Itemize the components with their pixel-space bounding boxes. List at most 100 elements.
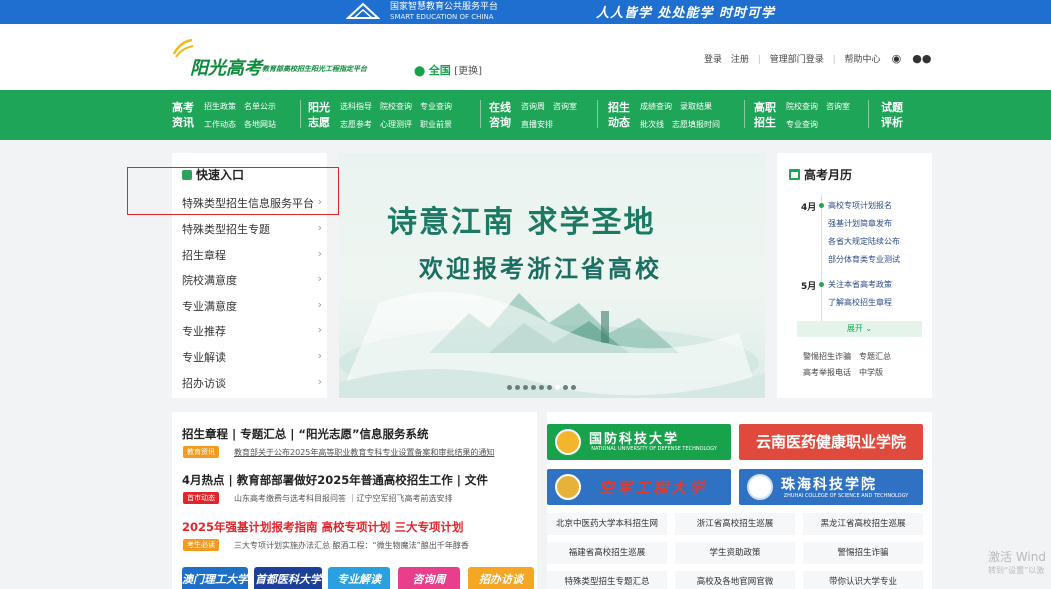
news-sublink[interactable]: 教育部关于公布2025年高等职业教育专科专业设置备案和审批结果的通知: [234, 447, 494, 458]
promo-button-cmu[interactable]: 首都医科大学: [254, 567, 322, 589]
calendar-item[interactable]: 强基计划简章发布: [828, 218, 892, 229]
nav-link[interactable]: 专业查询: [420, 102, 452, 111]
nav-link[interactable]: 成绩查询: [640, 102, 672, 111]
news-headline[interactable]: 2025年强基计划报考指南 高校专项计划 三大专项计划: [182, 519, 464, 535]
footer-link[interactable]: 警惕招生诈骗: [803, 352, 851, 361]
calendar-item[interactable]: 各省大规定陆续公布: [828, 236, 900, 247]
chevron-right-icon: ›: [317, 323, 322, 336]
nav-link[interactable]: 选科指导: [340, 102, 372, 111]
nav-link[interactable]: 咨询室: [826, 102, 850, 111]
chevron-right-icon: ›: [317, 247, 322, 260]
quick-item-admission-rules[interactable]: 招生章程 ›: [182, 247, 322, 263]
register-link[interactable]: 注册: [731, 55, 749, 65]
university-card-afeu[interactable]: 空军工程大学: [547, 469, 731, 505]
nav-group-title[interactable]: 高职招生: [754, 100, 780, 130]
quick-link[interactable]: 黑龙江省高校招生巡展: [803, 513, 923, 535]
carousel-dot[interactable]: [531, 385, 536, 390]
news-headline[interactable]: 4月热点 | 教育部部署做好2025年普通高校招生工作 | 文件: [182, 472, 488, 488]
university-card-zhuhai[interactable]: 珠海科技学院 ZHUHAI COLLEGE OF SCIENCE AND TEC…: [739, 469, 923, 505]
help-center-link[interactable]: 帮助中心: [845, 55, 881, 65]
quick-item-admission-interview[interactable]: 招办访谈 ›: [182, 375, 322, 391]
platform-name[interactable]: 国家智慧教育公共服务平台 SMART EDUCATION OF CHINA: [390, 2, 498, 22]
nav-link[interactable]: 各地网站: [244, 120, 276, 129]
nav-link[interactable]: 院校查询: [380, 102, 412, 111]
university-name: 珠海科技学院: [781, 477, 877, 493]
promo-button-interview[interactable]: 招办访谈: [468, 567, 534, 589]
calendar-item[interactable]: 部分体育类专业测试: [828, 254, 900, 265]
quick-item-major-satisfaction[interactable]: 专业满意度 ›: [182, 298, 322, 314]
admin-login-link[interactable]: 管理部门登录: [770, 55, 824, 65]
nav-link[interactable]: 院校查询: [786, 102, 818, 111]
quick-link[interactable]: 高校及各地官网官微: [675, 571, 795, 589]
news-sublink[interactable]: 山东高考缴费与选考科目报问答 ｜辽宁空军招飞高考前选安排: [234, 493, 453, 504]
promo-button-macau[interactable]: 澳门理工大学: [182, 567, 248, 589]
quick-link[interactable]: 浙江省高校招生巡展: [675, 513, 795, 535]
nav-link[interactable]: 志愿填报时间: [672, 120, 720, 129]
nav-group-title[interactable]: 招生动态: [608, 100, 634, 130]
footer-link[interactable]: 专题汇总: [859, 352, 891, 361]
carousel-dot[interactable]: [523, 385, 528, 390]
nav-link[interactable]: 录取结果: [680, 102, 712, 111]
carousel-dot[interactable]: [515, 385, 520, 390]
calendar-item[interactable]: 了解高校招生章程: [828, 297, 892, 308]
login-link[interactable]: 登录: [704, 55, 722, 65]
promo-button-major[interactable]: 专业解读: [328, 567, 390, 589]
nav-link[interactable]: 咨询周: [521, 102, 545, 111]
quick-link[interactable]: 带你认识大学专业: [803, 571, 923, 589]
platform-logo-icon[interactable]: [346, 2, 380, 20]
nav-group-title[interactable]: 阳光志愿: [308, 100, 334, 130]
carousel-dot[interactable]: [539, 385, 544, 390]
carousel-dot[interactable]: [507, 385, 512, 390]
site-logo-text[interactable]: 阳光高考: [190, 54, 262, 80]
quick-link[interactable]: 福建省高校招生巡展: [547, 542, 667, 564]
chevron-right-icon: ›: [317, 221, 322, 234]
timeline-dot: [819, 203, 824, 208]
nav-divider: [300, 100, 301, 128]
chevron-right-icon: ›: [317, 375, 322, 388]
wechat-icon[interactable]: ●●: [912, 53, 931, 64]
weibo-icon[interactable]: ◉: [889, 53, 903, 64]
quick-link[interactable]: 特殊类型招生专题汇总: [547, 571, 667, 589]
calendar-expand-button[interactable]: 展开 ⌄: [797, 321, 922, 337]
quick-item-major-recommend[interactable]: 专业推荐 ›: [182, 323, 322, 339]
promo-button-consult-week[interactable]: 咨询周: [398, 567, 460, 589]
quick-link[interactable]: 警惕招生诈骗: [803, 542, 923, 564]
calendar-item[interactable]: 高校专项计划报名: [828, 200, 892, 211]
nav-link[interactable]: 招生政策: [204, 102, 236, 111]
university-card-yunnan[interactable]: 云南医药健康职业学院: [739, 424, 923, 460]
nav-link[interactable]: 心理测评: [380, 120, 412, 129]
quick-item-school-satisfaction[interactable]: 院校满意度 ›: [182, 272, 322, 288]
footer-link[interactable]: 中学版: [859, 368, 883, 377]
nav-link[interactable]: 专业查询: [786, 120, 818, 129]
quick-item-special-admission-topic[interactable]: 特殊类型招生专题 ›: [182, 221, 322, 237]
carousel-dot-active[interactable]: [555, 385, 560, 390]
nav-link[interactable]: 咨询室: [553, 102, 577, 111]
quick-link[interactable]: 学生资助政策: [675, 542, 795, 564]
nav-link[interactable]: 工作动态: [204, 120, 236, 129]
footer-link[interactable]: 高考举报电话: [803, 368, 851, 377]
news-sublink[interactable]: 三大专项计划实施办法汇总 酿酒工程：“微生物魔法”酿出千年醇香: [234, 540, 469, 551]
quick-link[interactable]: 北京中医药大学本科招生网: [547, 513, 667, 535]
nav-link[interactable]: 志愿参考: [340, 120, 372, 129]
nav-link[interactable]: 批次线: [640, 120, 664, 129]
news-headline[interactable]: 招生章程 | 专题汇总 | “阳光志愿”信息服务系统: [182, 426, 429, 442]
nav-group-title[interactable]: 高考资讯: [172, 100, 198, 130]
nav-link[interactable]: 名单公示: [244, 102, 276, 111]
calendar-item[interactable]: 关注本省高考政策: [828, 279, 892, 290]
calendar-month-april: 4月: [801, 203, 817, 213]
quick-item-major-interpretation[interactable]: 专业解读 ›: [182, 349, 322, 365]
nav-link[interactable]: 直播安排: [521, 120, 553, 129]
carousel-dot[interactable]: [571, 385, 576, 390]
nav-link[interactable]: 职业前景: [420, 120, 452, 129]
carousel-dot[interactable]: [547, 385, 552, 390]
nav-group-exam-analysis: 试题评析: [881, 98, 911, 132]
university-card-nudt[interactable]: 国防科技大学 NATIONAL UNIVERSITY OF DEFENSE TE…: [547, 424, 731, 460]
calendar-title-text: 高考月历: [804, 168, 853, 182]
nav-group-title[interactable]: 试题评析: [881, 100, 907, 130]
promo-banner[interactable]: 诗意江南 求学圣地 欢迎报考浙江省高校: [339, 153, 765, 398]
location-switch[interactable]: [更换]: [454, 66, 482, 77]
nav-group-title[interactable]: 在线咨询: [489, 100, 515, 130]
carousel-dot[interactable]: [563, 385, 568, 390]
location-selector[interactable]: ⬤ 全国 [更换]: [414, 62, 482, 78]
zhuhai-emblem-icon: [747, 474, 773, 500]
